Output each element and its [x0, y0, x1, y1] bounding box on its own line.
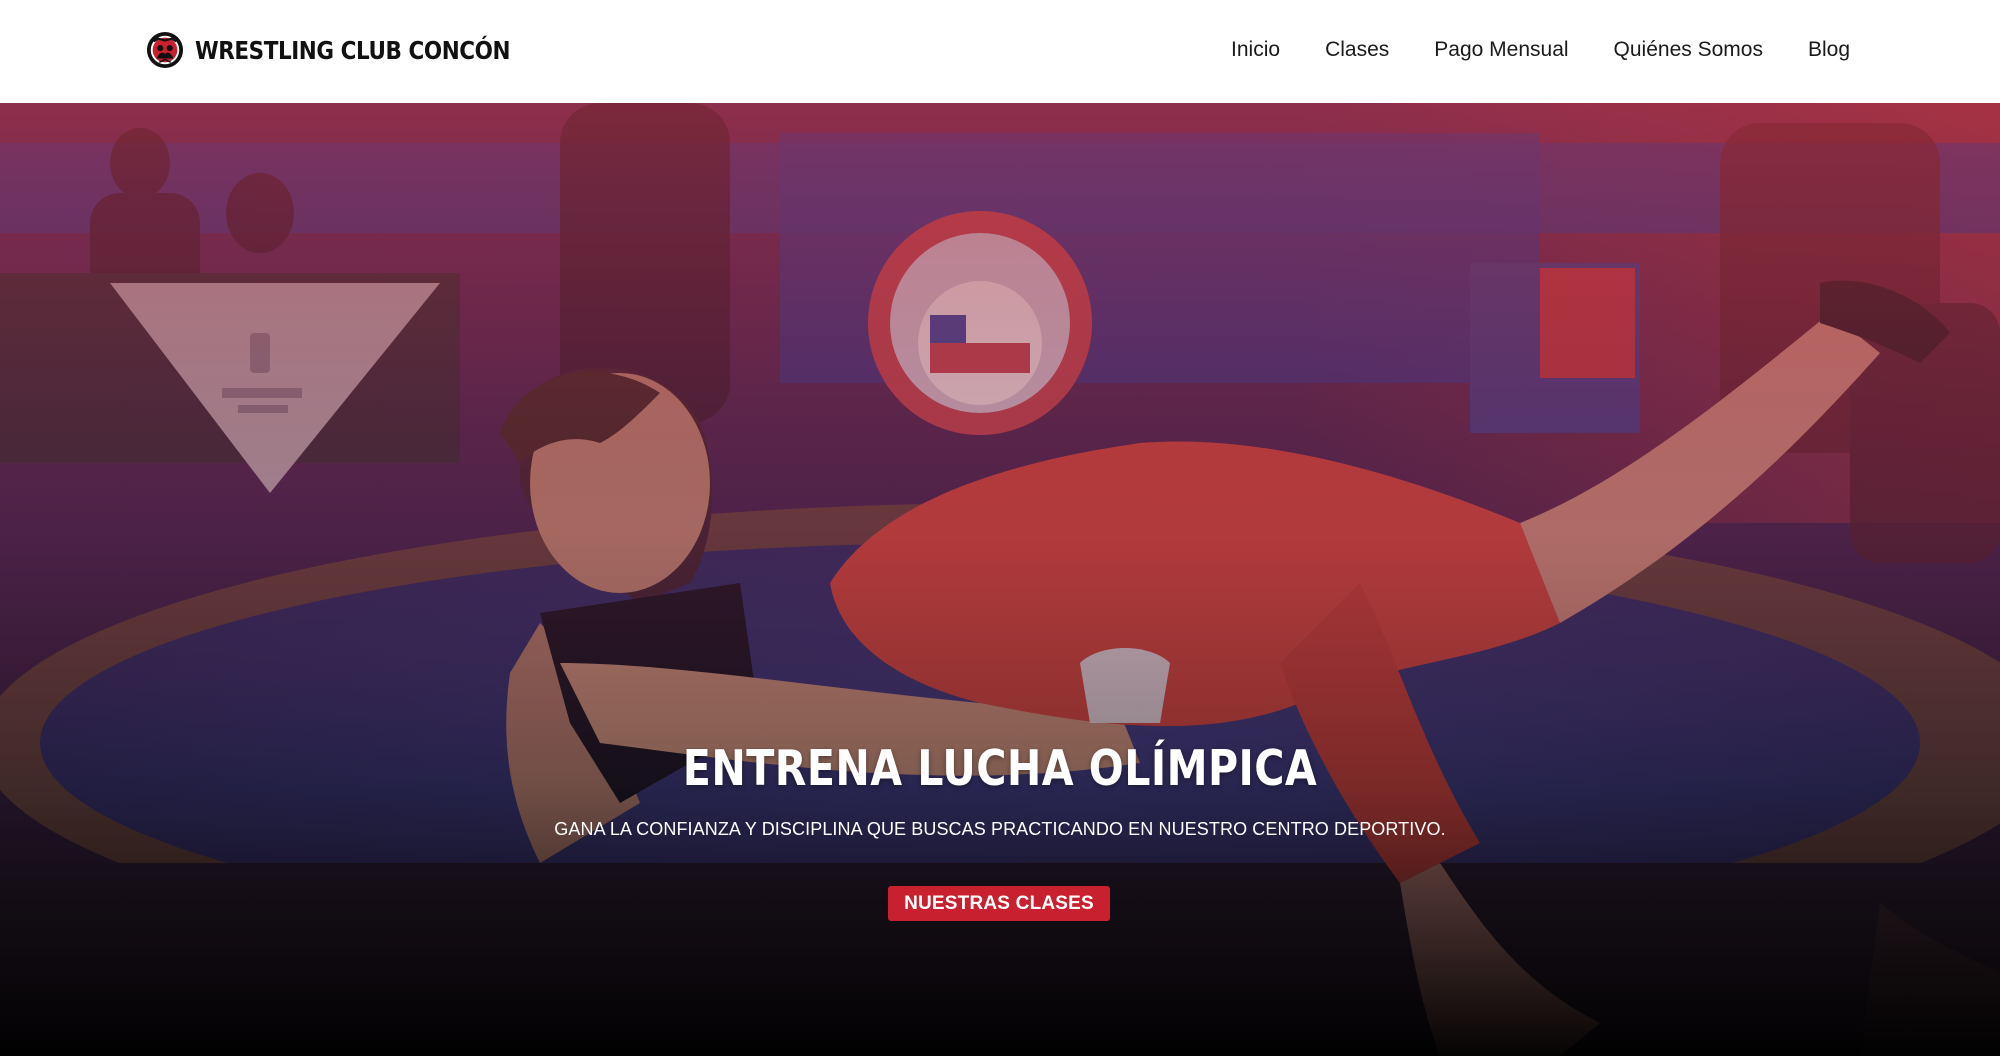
nav-item-clases[interactable]: Clases	[1325, 38, 1389, 62]
nav-item-quienes-somos[interactable]: Quiénes Somos	[1614, 38, 1763, 62]
nav-item-pago-mensual[interactable]: Pago Mensual	[1434, 38, 1568, 62]
main-nav: Inicio Clases Pago Mensual Quiénes Somos…	[1231, 35, 1850, 65]
wrestling-club-logo-icon	[146, 31, 184, 69]
nuestras-clases-button[interactable]: NUESTRAS CLASES	[888, 886, 1110, 921]
site-header: WRESTLING CLUB CONCÓN Inicio Clases Pago…	[0, 0, 2000, 103]
hero-content: ENTRENA LUCHA OLÍMPICA GANA LA CONFIANZA…	[0, 103, 2000, 1056]
hero-subtitle: GANA LA CONFIANZA Y DISCIPLINA QUE BUSCA…	[554, 819, 1446, 839]
brand-link[interactable]: WRESTLING CLUB CONCÓN	[146, 31, 561, 69]
brand-name: WRESTLING CLUB CONCÓN	[195, 35, 511, 65]
hero-title: ENTRENA LUCHA OLÍMPICA	[682, 740, 1318, 797]
nav-item-inicio[interactable]: Inicio	[1231, 38, 1280, 62]
nav-item-blog[interactable]: Blog	[1808, 38, 1850, 62]
hero-section: ENTRENA LUCHA OLÍMPICA GANA LA CONFIANZA…	[0, 103, 2000, 1056]
